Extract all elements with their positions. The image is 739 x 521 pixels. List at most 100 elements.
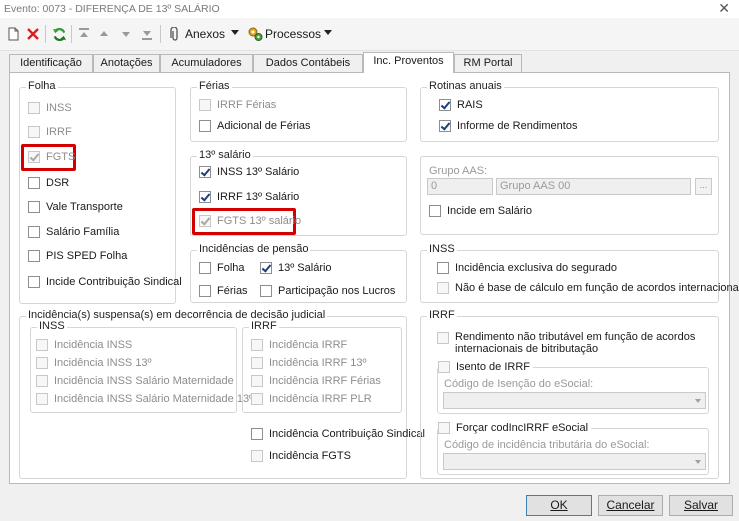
informe-rendimentos-checkbox[interactable]: Informe de Rendimentos [439, 120, 577, 132]
pensao-13-checkbox[interactable]: 13º Salário [260, 262, 332, 274]
checkbox-box[interactable] [439, 99, 451, 111]
inss-13-checkbox[interactable]: INSS 13º Salário [199, 166, 299, 178]
new-document-icon[interactable] [4, 24, 22, 44]
pensao-ferias-checkbox[interactable]: Férias [199, 285, 248, 297]
incidencia-exclusiva-checkbox[interactable]: Incidência exclusiva do segurado [437, 262, 617, 274]
checkbox-box[interactable] [199, 166, 211, 178]
tab-dados-contabeis[interactable]: Dados Contábeis [253, 54, 363, 72]
checkbox-box[interactable] [251, 393, 263, 405]
last-record-icon[interactable] [138, 24, 156, 44]
susp-incidencia-irrf-13-checkbox[interactable]: Incidência IRRF 13º [251, 357, 367, 369]
checkbox-box[interactable] [28, 250, 40, 262]
inss-checkbox[interactable]: INSS [28, 102, 72, 114]
checkbox-box[interactable] [429, 205, 441, 217]
susp-incidencia-inss-13-checkbox[interactable]: Incidência INSS 13º [36, 357, 152, 369]
nao-base-calculo-checkbox[interactable]: Não é base de cálculo em função de acord… [437, 282, 739, 294]
tab-identificacao[interactable]: Identificação [9, 54, 93, 72]
vale-transporte-checkbox[interactable]: Vale Transporte [28, 201, 123, 213]
checkbox-box[interactable] [438, 361, 450, 373]
checkbox-box[interactable] [199, 262, 211, 274]
checkbox-box[interactable] [36, 393, 48, 405]
dsr-checkbox[interactable]: DSR [28, 177, 69, 189]
salario-familia-checkbox[interactable]: Salário Família [28, 226, 119, 238]
checkbox-box[interactable] [28, 276, 40, 288]
anexos-dropdown-icon[interactable] [231, 30, 239, 35]
checkbox-box[interactable] [28, 102, 40, 114]
processos-gears-icon[interactable] [246, 24, 264, 44]
irrf-13-checkbox[interactable]: IRRF 13º Salário [199, 191, 299, 203]
checkbox-box[interactable] [28, 201, 40, 213]
codigo-isencao-dropdown[interactable] [443, 392, 706, 409]
delete-x-icon[interactable] [24, 24, 42, 44]
pensao-plr-checkbox[interactable]: Participação nos Lucros [260, 285, 395, 297]
processos-button[interactable]: Processos [265, 27, 321, 41]
susp-incidencia-irrf-ferias-checkbox[interactable]: Incidência IRRF Férias [251, 375, 381, 387]
checkbox-box[interactable] [28, 126, 40, 138]
rendimento-nao-tributavel-checkbox[interactable]: Rendimento não tributável em função de a… [437, 331, 695, 355]
checkbox-box[interactable] [260, 262, 272, 274]
ok-button[interactable]: OK [526, 495, 592, 516]
checkbox-box[interactable] [438, 422, 450, 434]
refresh-icon[interactable] [50, 24, 68, 44]
adicional-ferias-checkbox[interactable]: Adicional de Férias [199, 120, 311, 132]
checkbox-box[interactable] [251, 428, 263, 440]
paperclip-icon[interactable] [166, 24, 184, 44]
pis-sped-folha-checkbox[interactable]: PIS SPED Folha [28, 250, 127, 262]
checkbox-box[interactable] [36, 339, 48, 351]
checkbox-box[interactable] [199, 215, 211, 227]
susp-incidencia-inss-checkbox[interactable]: Incidência INSS [36, 339, 132, 351]
cancel-button[interactable]: Cancelar [598, 495, 663, 516]
anexos-button[interactable]: Anexos [185, 27, 225, 41]
susp-incidencia-inss-maternidade-13-checkbox[interactable]: Incidência INSS Salário Maternidade 13º [36, 393, 253, 405]
forcar-codinc-checkbox[interactable]: Forçar codIncIRRF eSocial [438, 422, 592, 434]
checkbox-box[interactable] [199, 285, 211, 297]
grupo-aas-lookup-button[interactable]: ... [695, 178, 712, 195]
next-record-icon[interactable] [117, 24, 135, 44]
incide-salario-checkbox[interactable]: Incide em Salário [429, 205, 532, 217]
first-record-icon[interactable] [75, 24, 93, 44]
checkbox-box[interactable] [437, 262, 449, 274]
checkbox-box[interactable] [36, 357, 48, 369]
save-button[interactable]: Salvar [669, 495, 733, 516]
fgts-checkbox[interactable]: FGTS [28, 151, 75, 163]
tab-anotacoes[interactable]: Anotações [93, 54, 160, 72]
checkbox-box[interactable] [251, 375, 263, 387]
checkbox-box[interactable] [251, 339, 263, 351]
processos-dropdown-icon[interactable] [324, 30, 332, 35]
tab-panel: Folha INSS IRRF FGTS DSR Vale Transporte… [9, 72, 739, 484]
rais-checkbox[interactable]: RAIS [439, 99, 483, 111]
checkbox-box[interactable] [260, 285, 272, 297]
pensao-folha-checkbox[interactable]: Folha [199, 262, 245, 274]
checkbox-box[interactable] [28, 226, 40, 238]
checkbox-box[interactable] [437, 332, 449, 344]
susp-incidencia-irrf-plr-checkbox[interactable]: Incidência IRRF PLR [251, 393, 372, 405]
codigo-incidencia-dropdown[interactable] [443, 453, 706, 470]
checkbox-box[interactable] [251, 450, 263, 462]
susp-incidencia-inss-maternidade-checkbox[interactable]: Incidência INSS Salário Maternidade [36, 375, 234, 387]
susp-incidencia-sindical-checkbox[interactable]: Incidência Contribuição Sindical [251, 428, 425, 440]
checkbox-box[interactable] [439, 120, 451, 132]
susp-incidencia-fgts-checkbox[interactable]: Incidência FGTS [251, 450, 351, 462]
checkbox-box[interactable] [437, 282, 449, 294]
checkbox-box[interactable] [36, 375, 48, 387]
isento-irrf-checkbox[interactable]: Isento de IRRF [438, 361, 533, 373]
susp-incidencia-irrf-checkbox[interactable]: Incidência IRRF [251, 339, 347, 351]
tab-acumuladores[interactable]: Acumuladores [160, 54, 253, 72]
checkbox-box[interactable] [28, 151, 40, 163]
checkbox-box[interactable] [28, 177, 40, 189]
grupo-aas-name-field[interactable]: Grupo AAS 00 [496, 178, 691, 195]
fgts-13-checkbox[interactable]: FGTS 13º salário [199, 215, 301, 227]
checkbox-box[interactable] [199, 99, 211, 111]
checkbox-box[interactable] [199, 120, 211, 132]
tab-rm-portal[interactable]: RM Portal [454, 54, 522, 72]
checkbox-box[interactable] [251, 357, 263, 369]
codigo-isencao-label: Código de Isenção do eSocial: [444, 378, 594, 390]
close-icon[interactable]: ✕ [718, 0, 730, 17]
checkbox-box[interactable] [199, 191, 211, 203]
irrf-ferias-checkbox[interactable]: IRRF Férias [199, 99, 276, 111]
incide-contribuicao-sindical-checkbox[interactable]: Incide Contribuição Sindical [28, 276, 182, 288]
grupo-aas-code-field[interactable]: 0 [427, 178, 493, 195]
previous-record-icon[interactable] [95, 24, 113, 44]
tab-inc-proventos[interactable]: Inc. Proventos [363, 52, 454, 73]
irrf-checkbox[interactable]: IRRF [28, 126, 72, 138]
